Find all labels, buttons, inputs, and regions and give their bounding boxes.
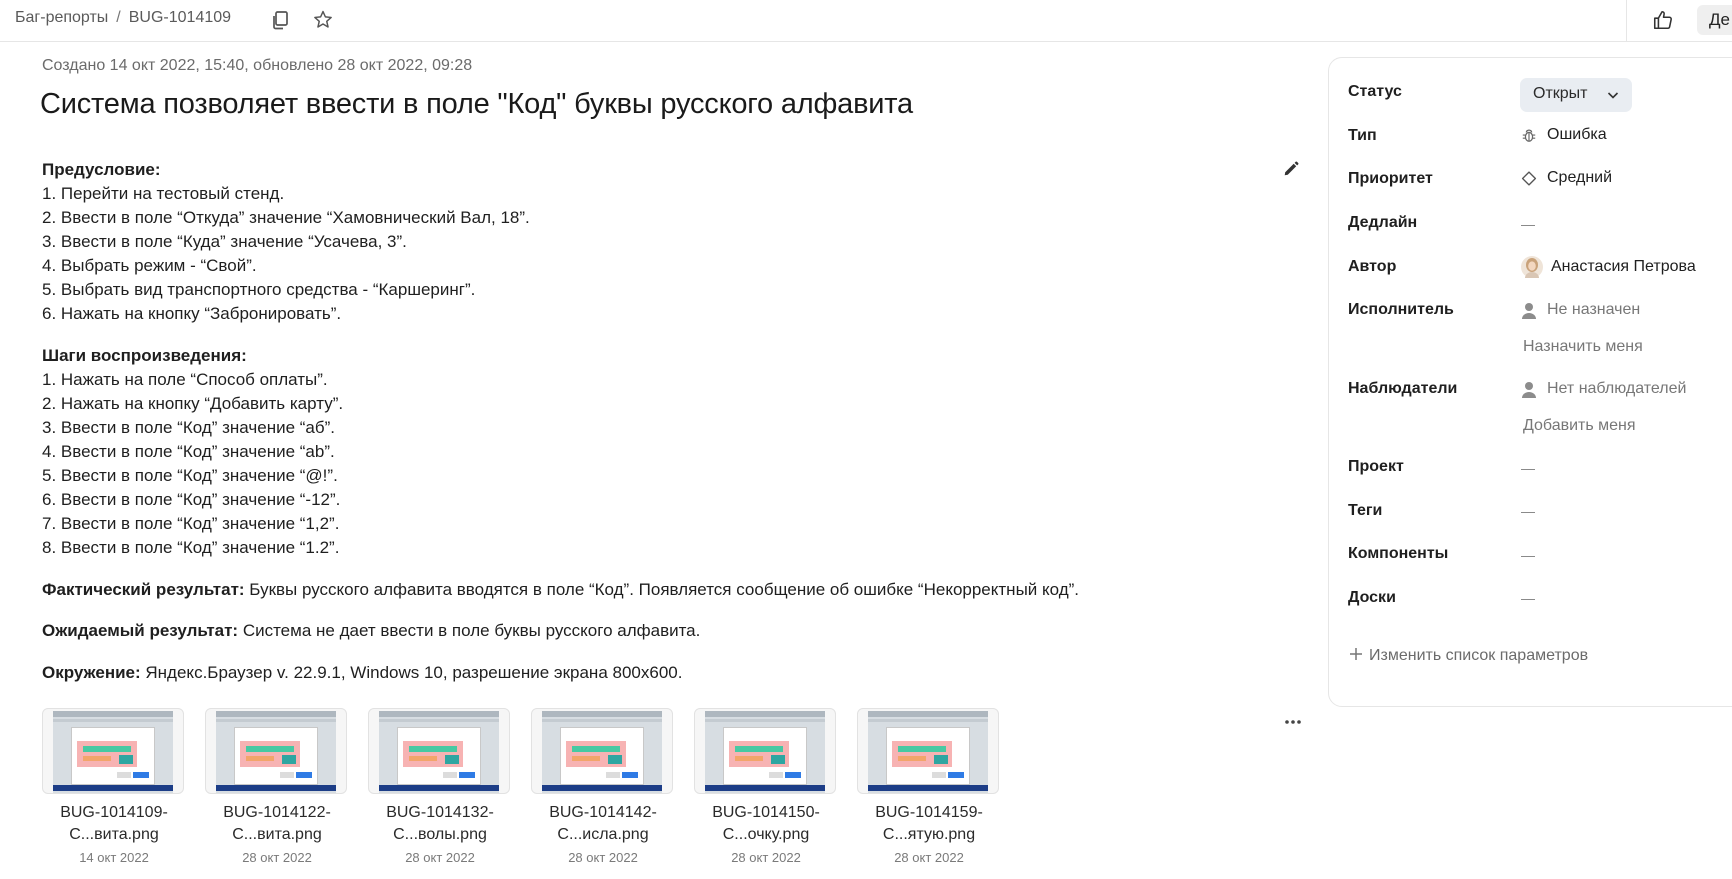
attachment-card[interactable]: BUG-1014159- С...ятую.png 28 окт 2022 — [857, 708, 1001, 865]
tags-label: Теги — [1348, 502, 1383, 519]
step-item: 6. Ввести в поле “Код” значение “-12”. — [42, 490, 341, 509]
plus-icon — [1349, 645, 1363, 666]
watchers-value[interactable]: Нет наблюдателей — [1521, 380, 1686, 398]
precondition-item: 6. Нажать на кнопку “Забронировать”. — [42, 304, 342, 323]
chevron-down-icon — [1606, 88, 1620, 107]
attachment-date: 28 окт 2022 — [568, 850, 638, 865]
status-label: Статус — [1348, 83, 1402, 100]
attachment-date: 28 окт 2022 — [894, 850, 964, 865]
more-options-icon[interactable] — [1282, 714, 1304, 730]
author-value[interactable]: Анастасия Петрова — [1521, 256, 1696, 278]
attachment-thumbnail[interactable] — [42, 708, 184, 794]
diamond-icon — [1521, 170, 1537, 186]
issue-title: Система позволяет ввести в поле "Код" бу… — [40, 88, 913, 120]
issue-meta: Создано 14 окт 2022, 15:40, обновлено 28… — [42, 57, 473, 74]
attachment-date: 14 окт 2022 — [79, 850, 149, 865]
attachment-thumbnail[interactable] — [205, 708, 347, 794]
attachment-name: BUG-1014109- С...вита.png — [60, 804, 168, 843]
attachment-card[interactable]: BUG-1014132- С...волы.png 28 окт 2022 — [368, 708, 512, 865]
status-dropdown[interactable]: Открыт — [1520, 78, 1632, 112]
type-label: Тип — [1348, 127, 1377, 144]
assignee-label: Исполнитель — [1348, 301, 1454, 318]
components-empty-value[interactable] — [1521, 556, 1535, 557]
attachment-name: BUG-1014150- С...очку.png — [712, 804, 820, 843]
top-bar: Баг-репорты / BUG-1014109 Де — [0, 0, 1732, 42]
step-item: 3. Ввести в поле “Код” значение “аб”. — [42, 418, 336, 437]
pencil-icon[interactable] — [1282, 160, 1302, 180]
attachment-date: 28 окт 2022 — [405, 850, 475, 865]
components-label: Компоненты — [1348, 545, 1449, 562]
edit-params-label: Изменить список параметров — [1369, 646, 1589, 664]
precondition-item: 4. Выбрать режим - “Свой”. — [42, 256, 257, 275]
attachment-card[interactable]: BUG-1014109- С...вита.png 14 окт 2022 — [42, 708, 186, 865]
add-me-link[interactable]: Добавить меня — [1523, 417, 1636, 435]
attachment-card[interactable]: BUG-1014142- С...исла.png 28 окт 2022 — [531, 708, 675, 865]
type-value[interactable]: Ошибка — [1521, 126, 1607, 144]
attachment-name: BUG-1014159- С...ятую.png — [875, 804, 983, 843]
attachment-date: 28 окт 2022 — [731, 850, 801, 865]
attachment-thumbnail[interactable] — [368, 708, 510, 794]
priority-value[interactable]: Средний — [1521, 169, 1612, 187]
step-item: 7. Ввести в поле “Код” значение “1,2”. — [42, 514, 340, 533]
breadcrumb-separator: / — [116, 9, 121, 26]
steps-heading: Шаги воспроизведения: — [42, 346, 247, 365]
assign-me-link[interactable]: Назначить меня — [1523, 338, 1643, 356]
project-empty-value[interactable] — [1521, 469, 1535, 470]
deadline-empty-value[interactable] — [1521, 225, 1535, 226]
person-icon — [1521, 302, 1537, 319]
attachment-card[interactable]: BUG-1014122- С...вита.png 28 окт 2022 — [205, 708, 349, 865]
thumbs-up-icon[interactable] — [1650, 7, 1676, 33]
precondition-heading: Предусловие: — [42, 160, 161, 179]
tags-empty-value[interactable] — [1521, 512, 1535, 513]
breadcrumb: Баг-репорты / BUG-1014109 — [15, 9, 231, 27]
boards-label: Доски — [1348, 589, 1396, 606]
attachment-name: BUG-1014132- С...волы.png — [386, 804, 494, 843]
copy-icon[interactable] — [268, 8, 292, 32]
avatar — [1521, 256, 1543, 278]
environment: Окружение: Яндекс.Браузер v. 22.9.1, Win… — [42, 662, 683, 682]
author-label: Автор — [1348, 258, 1397, 275]
actual-result: Фактический результат: Буквы русского ал… — [42, 579, 1080, 599]
person-icon — [1521, 381, 1537, 398]
breadcrumb-issue-key[interactable]: BUG-1014109 — [129, 9, 231, 26]
status-value: Открыт — [1533, 85, 1588, 102]
attachment-thumbnail[interactable] — [857, 708, 999, 794]
project-label: Проект — [1348, 458, 1404, 475]
attachment-name: BUG-1014122- С...вита.png — [223, 804, 331, 843]
attachment-card[interactable]: BUG-1014150- С...очку.png 28 окт 2022 — [694, 708, 838, 865]
action-button-truncated[interactable]: Де — [1697, 5, 1732, 35]
step-item: 8. Ввести в поле “Код” значение “1.2”. — [42, 538, 340, 557]
priority-label: Приоритет — [1348, 170, 1433, 187]
attachment-thumbnail[interactable] — [694, 708, 836, 794]
edit-params-button[interactable]: Изменить список параметров — [1349, 645, 1588, 666]
star-icon[interactable] — [311, 8, 335, 32]
toolbar-divider — [1626, 0, 1627, 42]
precondition-item: 5. Выбрать вид транспортного средства - … — [42, 280, 476, 299]
deadline-label: Дедлайн — [1348, 214, 1418, 231]
attachment-date: 28 окт 2022 — [242, 850, 312, 865]
precondition-item: 3. Ввести в поле “Куда” значение “Усачев… — [42, 232, 407, 251]
attachment-thumbnail[interactable] — [531, 708, 673, 794]
watchers-label: Наблюдатели — [1348, 380, 1458, 397]
attachment-name: BUG-1014142- С...исла.png — [549, 804, 657, 843]
precondition-item: 2. Ввести в поле “Откуда” значение “Хамо… — [42, 208, 530, 227]
expected-result: Ожидаемый результат: Система не дает вве… — [42, 621, 701, 640]
step-item: 2. Нажать на кнопку “Добавить карту”. — [42, 394, 344, 413]
step-item: 5. Ввести в поле “Код” значение “@!”. — [42, 466, 338, 485]
bug-icon — [1521, 127, 1537, 143]
issue-description: Предусловие: 1. Перейти на тестовый стен… — [42, 158, 1242, 685]
boards-empty-value[interactable] — [1521, 599, 1535, 600]
precondition-item: 1. Перейти на тестовый стенд. — [42, 184, 285, 203]
step-item: 4. Ввести в поле “Код” значение “ab”. — [42, 442, 335, 461]
step-item: 1. Нажать на поле “Способ оплаты”. — [42, 370, 328, 389]
breadcrumb-root-link[interactable]: Баг-репорты — [15, 9, 108, 26]
assignee-value[interactable]: Не назначен — [1521, 301, 1640, 319]
